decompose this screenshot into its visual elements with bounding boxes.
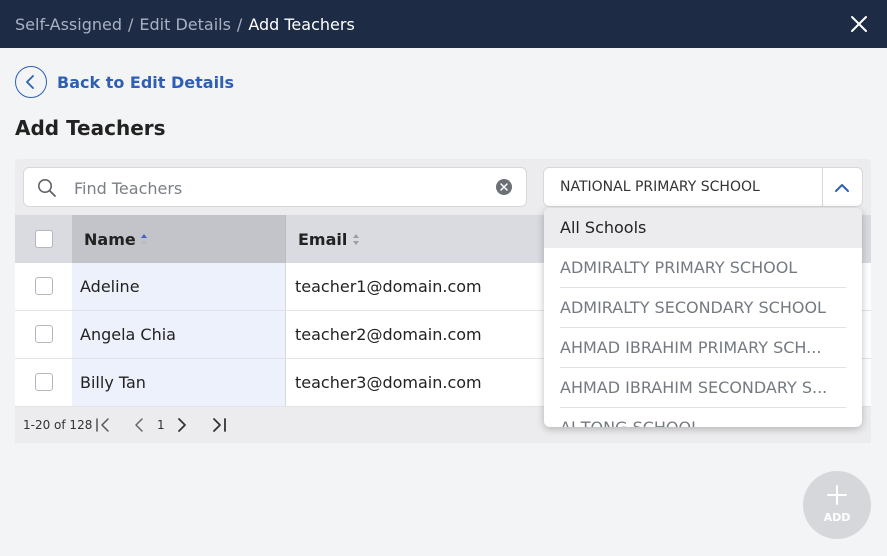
school-option-label: AHMAD IBRAHIM PRIMARY SCH... [560, 338, 822, 357]
school-option-label: AI TONG SCHOOL [560, 418, 700, 427]
add-button[interactable]: ADD [803, 471, 871, 539]
school-option-label: ADMIRALTY PRIMARY SCHOOL [560, 258, 798, 277]
school-option[interactable]: AHMAD IBRAHIM PRIMARY SCH... [544, 328, 862, 368]
teacher-name: Angela Chia [80, 325, 176, 344]
breadcrumb-separator: / [127, 14, 134, 34]
clear-search-icon[interactable] [496, 179, 512, 195]
school-option[interactable]: ADMIRALTY SECONDARY SCHOOL [544, 288, 862, 328]
school-select-value: NATIONAL PRIMARY SCHOOL [560, 179, 760, 195]
search-bar [23, 167, 527, 207]
row-checkbox[interactable] [35, 277, 53, 295]
previous-page-icon[interactable] [132, 417, 146, 437]
school-select[interactable]: NATIONAL PRIMARY SCHOOL [543, 167, 863, 207]
search-icon [37, 178, 57, 202]
sort-icon[interactable] [352, 232, 360, 251]
name-cell: Angela Chia [72, 311, 286, 358]
breadcrumb-separator: / [236, 14, 243, 34]
first-page-icon[interactable] [95, 417, 113, 437]
breadcrumb-item-edit-details[interactable]: Edit Details [139, 15, 231, 34]
back-button[interactable]: Back to Edit Details [15, 66, 234, 98]
sort-ascending-icon[interactable] [140, 232, 148, 251]
close-icon[interactable] [849, 14, 869, 34]
school-option-label: AHMAD IBRAHIM SECONDARY S... [560, 378, 828, 397]
search-input[interactable] [72, 176, 486, 200]
school-option-all[interactable]: All Schools [544, 208, 862, 248]
school-option[interactable]: AHMAD IBRAHIM SECONDARY S... [544, 368, 862, 408]
column-header-name[interactable]: Name [72, 215, 286, 263]
select-divider [822, 168, 823, 206]
column-header-email[interactable]: Email [286, 215, 586, 263]
current-page: 1 [157, 418, 165, 432]
school-option[interactable]: AI TONG SCHOOL [544, 408, 862, 427]
teacher-name: Billy Tan [80, 373, 146, 392]
plus-icon [827, 485, 847, 509]
chevron-up-icon[interactable] [833, 179, 851, 201]
select-all-cell [15, 215, 72, 263]
teacher-email: teacher1@domain.com [295, 277, 482, 296]
last-page-icon[interactable] [210, 417, 228, 437]
school-option-label: All Schools [560, 218, 647, 237]
chevron-left-icon [15, 66, 47, 98]
column-label-email: Email [298, 230, 348, 249]
name-cell: Billy Tan [72, 359, 286, 406]
breadcrumb-item-current: Add Teachers [248, 14, 355, 34]
school-dropdown-menu: All Schools ADMIRALTY PRIMARY SCHOOL ADM… [544, 208, 862, 427]
teacher-name: Adeline [80, 277, 140, 296]
next-page-icon[interactable] [175, 417, 189, 437]
header-bar: Self-Assigned / Edit Details / Add Teach… [0, 0, 887, 48]
back-link-label: Back to Edit Details [57, 72, 235, 92]
name-cell: Adeline [72, 263, 286, 310]
teacher-email: teacher3@domain.com [295, 373, 482, 392]
select-all-checkbox[interactable] [35, 230, 53, 248]
row-checkbox[interactable] [35, 325, 53, 343]
teacher-email: teacher2@domain.com [295, 325, 482, 344]
school-option-label: ADMIRALTY SECONDARY SCHOOL [560, 298, 826, 317]
school-option[interactable]: ADMIRALTY PRIMARY SCHOOL [544, 248, 862, 288]
breadcrumb-item-self-assigned[interactable]: Self-Assigned [15, 15, 122, 34]
page-title: Add Teachers [15, 116, 166, 140]
pagination-range: 1-20 of 128 [23, 418, 93, 432]
row-checkbox[interactable] [35, 373, 53, 391]
column-label-name: Name [84, 230, 136, 249]
add-button-label: ADD [823, 511, 851, 524]
